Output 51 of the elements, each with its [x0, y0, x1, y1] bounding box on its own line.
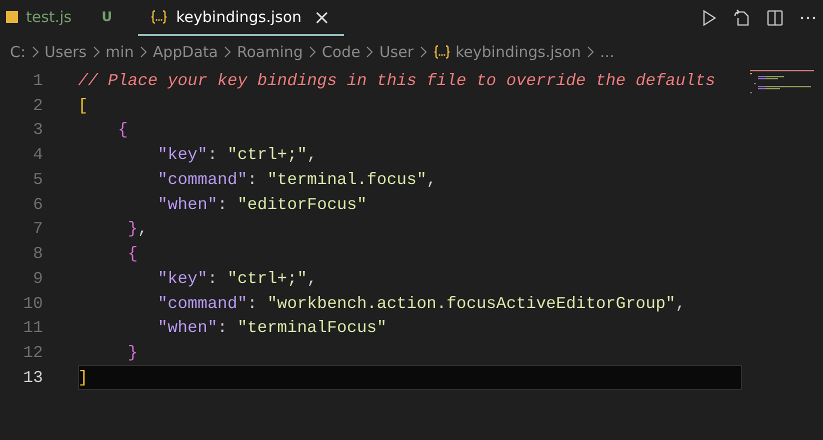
code-line: "key": "ctrl+;",	[156, 268, 318, 290]
code-line: "key": "ctrl+;",	[156, 144, 318, 166]
code-line: [	[78, 94, 89, 117]
chevron-right-icon	[222, 46, 232, 58]
breadcrumb-item[interactable]: Users	[44, 43, 87, 61]
editor-tab[interactable]: test.js U	[0, 0, 126, 36]
line-number: 8	[32, 244, 43, 264]
split-editor-icon[interactable]	[766, 9, 784, 27]
editor-tab[interactable]: keybindings.json ×	[138, 0, 344, 36]
line-number: 7	[32, 219, 43, 238]
code-line: "command": "workbench.action.focusActiveEditorGroup",	[156, 292, 686, 315]
breadcrumb-item[interactable]: AppData	[152, 43, 218, 61]
chevron-right-icon	[365, 46, 374, 58]
breadcrumb-item[interactable]: ...	[600, 43, 614, 61]
code-line: "command": "terminal.focus",	[156, 168, 438, 191]
breadcrumb-item[interactable]: Roaming	[236, 43, 303, 61]
line-number: 4	[32, 145, 43, 164]
line-number: 1	[32, 70, 43, 90]
code-line: },	[126, 218, 149, 240]
chevron-right-icon	[308, 46, 317, 58]
chevron-right-icon	[418, 46, 428, 58]
line-number: 6	[32, 194, 43, 214]
braces-icon	[150, 9, 168, 25]
code-line: "when": "editorFocus"	[156, 194, 368, 216]
line-number: 11	[22, 318, 43, 338]
breadcrumb-item[interactable]: C:	[10, 43, 26, 61]
code-line: // Place your key bindings in this file to override the defaults	[78, 70, 716, 92]
chevron-right-icon	[92, 46, 101, 58]
breadcrumb-item[interactable]: keybindings.json	[456, 43, 581, 61]
line-number: 3	[32, 120, 43, 140]
breadcrumb-item[interactable]: Code	[322, 43, 360, 61]
js-file-icon	[6, 11, 18, 23]
code-line: }	[126, 342, 139, 364]
line-number: 9	[32, 268, 43, 288]
chevron-right-icon	[138, 46, 148, 58]
breadcrumb-item[interactable]: min	[106, 43, 134, 61]
git-status-label: U	[102, 10, 112, 24]
close-button[interactable]: ×	[314, 5, 330, 29]
braces-icon	[432, 44, 451, 60]
code-line: "when": "terminalFocus"	[156, 317, 388, 340]
line-number: 12	[22, 343, 43, 362]
breadcrumb-item[interactable]: User	[379, 43, 414, 61]
chevron-right-icon	[30, 46, 40, 58]
document-arrow-icon[interactable]	[733, 9, 751, 27]
line-number: 13	[22, 368, 43, 387]
chevron-right-icon	[586, 46, 595, 58]
code-line: {	[116, 119, 129, 142]
code-line: {	[126, 243, 139, 266]
line-number: 10	[22, 294, 43, 313]
line-number: 5	[32, 170, 43, 189]
line-number: 2	[32, 96, 43, 115]
